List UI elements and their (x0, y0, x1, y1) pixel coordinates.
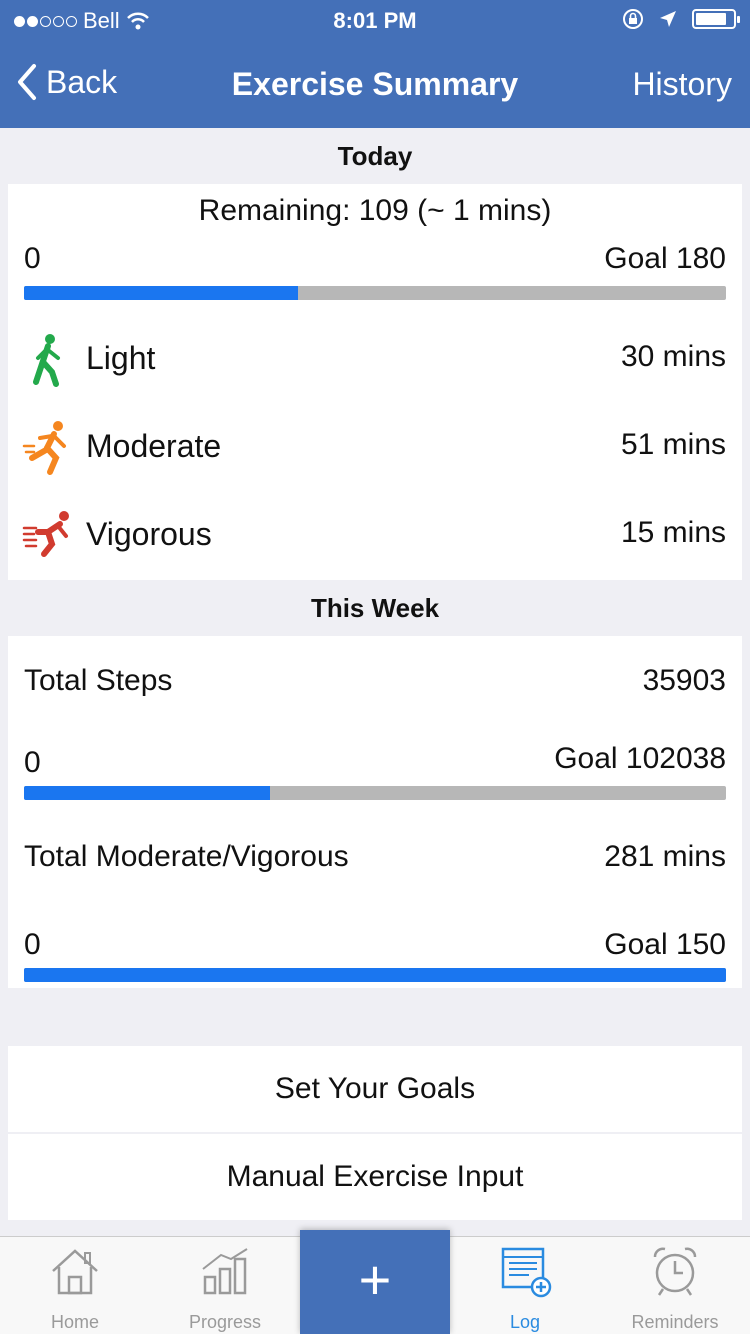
status-bar: Bell 8:01 PM (0, 6, 750, 36)
total-modvig-label: Total Moderate/Vigorous (24, 840, 349, 873)
activity-value: 15 mins (620, 516, 726, 549)
battery-icon (692, 9, 740, 29)
modvig-progress-bar (24, 968, 726, 982)
bar-chart-icon (202, 1248, 248, 1295)
history-button[interactable]: History (632, 66, 732, 103)
activity-label: Vigorous (86, 516, 212, 552)
home-icon (52, 1249, 98, 1295)
top-bar: Bell 8:01 PM Back Exercise Summary Histo… (0, 0, 750, 128)
today-progress-fill (24, 286, 298, 300)
tab-home[interactable]: Home (0, 1237, 150, 1334)
steps-progress-bar (24, 786, 726, 800)
today-header: Today (337, 141, 413, 171)
alarm-clock-icon (653, 1247, 697, 1296)
steps-goal: Goal 102038 (554, 742, 726, 775)
activity-label: Moderate (86, 428, 222, 464)
orientation-lock-icon (623, 9, 643, 29)
tab-log[interactable]: Log (450, 1237, 600, 1334)
navigation-bar: Back Exercise Summary History (0, 52, 750, 116)
today-progress-min: 0 (24, 242, 41, 275)
walking-icon (33, 334, 60, 387)
activity-row-moderate: Moderate 51 mins (8, 418, 742, 478)
location-arrow-icon (660, 11, 676, 27)
steps-progress-min: 0 (24, 746, 41, 779)
steps-progress-fill (24, 786, 270, 800)
tab-label: Reminders (631, 1312, 719, 1332)
set-goals-button[interactable]: Set Your Goals (8, 1046, 742, 1132)
total-steps-label: Total Steps (24, 664, 173, 697)
activity-row-vigorous: Vigorous 15 mins (8, 506, 742, 566)
log-icon (501, 1247, 552, 1298)
tab-bar: Home Progress Log Reminders + (0, 1230, 750, 1334)
manual-exercise-input-button[interactable]: Manual Exercise Input (8, 1134, 742, 1220)
today-progress-bar (24, 286, 726, 300)
activity-value: 30 mins (620, 340, 726, 373)
tab-label: Progress (188, 1312, 262, 1332)
activity-value: 51 mins (620, 428, 726, 461)
this-week-header: This Week (310, 593, 440, 623)
today-card: Remaining: 109 (~ 1 mins) 0 Goal 180 Lig… (8, 184, 742, 580)
tab-reminders[interactable]: Reminders (600, 1237, 750, 1334)
modvig-goal: Goal 150 (604, 928, 726, 961)
tab-label: Home (50, 1312, 99, 1332)
this-week-card: Total Steps 35903 0 Goal 102038 Total Mo… (8, 636, 742, 988)
activity-label: Light (86, 340, 156, 376)
running-icon (22, 421, 66, 475)
sprinting-icon (22, 511, 69, 557)
total-modvig-value: 281 mins (604, 840, 726, 873)
add-entry-button[interactable]: + (300, 1230, 450, 1334)
today-goal: Goal 180 (604, 242, 726, 275)
tab-progress[interactable]: Progress (150, 1237, 300, 1334)
modvig-progress-min: 0 (24, 928, 41, 961)
total-steps-value: 35903 (642, 664, 726, 697)
activity-row-light: Light 30 mins (8, 330, 742, 390)
remaining-text: Remaining: 109 (~ 1 mins) (198, 194, 552, 227)
tab-label: Log (509, 1312, 541, 1332)
modvig-progress-fill (24, 968, 726, 982)
